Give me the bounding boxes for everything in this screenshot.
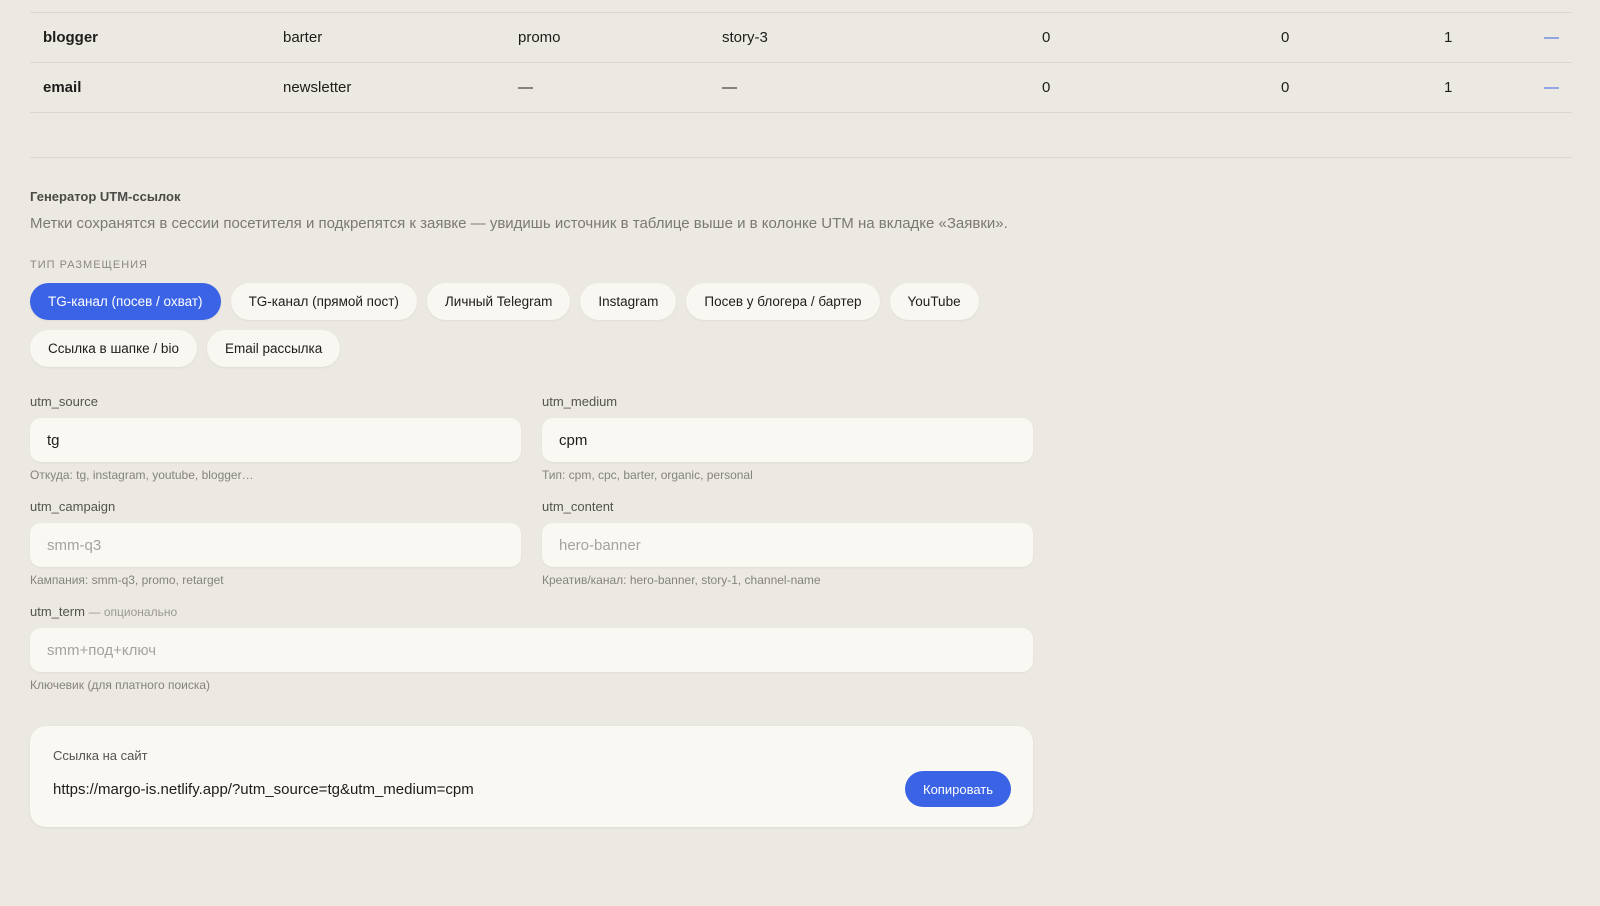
placement-type-label: ТИП РАЗМЕЩЕНИЯ [30,259,148,271]
cell-count-2: 0 [1281,29,1290,46]
utm-source-field: utm_source tg Откуда: tg, instagram, you… [30,394,521,482]
chip-bio-link[interactable]: Ссылка в шапке / bio [30,330,197,367]
generated-link-card: Ссылка на сайт https://margo-is.netlify.… [30,726,1033,827]
utm-source-input[interactable]: tg [30,418,521,462]
chip-tg-channel-direct[interactable]: TG-канал (прямой пост) [230,283,417,320]
cell-content: story-3 [722,29,768,46]
cell-count-2: 0 [1281,79,1290,96]
cell-count-1: 0 [1042,29,1051,46]
utm-content-field: utm_content hero-banner Креатив/канал: h… [542,499,1033,587]
utm-content-label: utm_content [542,499,614,514]
cell-count-3: 1 [1444,29,1453,46]
utm-campaign-field: utm_campaign smm-q3 Кампания: smm-q3, pr… [30,499,521,587]
chip-instagram[interactable]: Instagram [580,283,677,320]
cell-campaign: promo [518,29,561,46]
utm-stats-table: blogger barter promo story-3 0 0 1 — ema… [30,12,1572,113]
utm-term-input[interactable]: smm+под+ключ [30,628,1033,672]
utm-source-label: utm_source [30,394,98,409]
utm-content-input[interactable]: hero-banner [542,523,1033,567]
utm-source-hint: Откуда: tg, instagram, youtube, blogger… [30,468,254,482]
cell-link[interactable]: — [1544,13,1559,63]
table-row: blogger barter promo story-3 0 0 1 — [30,13,1572,63]
cell-source: email [43,79,82,96]
generator-title: Генератор UTM-ссылок [30,189,181,204]
cell-link[interactable]: — [1544,63,1559,113]
utm-page: blogger barter promo story-3 0 0 1 — ema… [0,0,1600,906]
cell-count-3: 1 [1444,79,1453,96]
utm-medium-field: utm_medium cpm Тип: cpm, cpc, barter, or… [542,394,1033,482]
utm-medium-hint: Тип: cpm, cpc, barter, organic, personal [542,468,753,482]
chip-youtube[interactable]: YouTube [889,283,979,320]
chip-blogger-barter[interactable]: Посев у блогера / бартер [686,283,880,320]
cell-medium: barter [283,29,323,46]
generated-link-url[interactable]: https://margo-is.netlify.app/?utm_source… [53,781,474,798]
cell-medium: newsletter [283,79,352,96]
cell-content: — [722,79,737,96]
chip-email-newsletter[interactable]: Email рассылка [206,330,341,367]
utm-medium-input[interactable]: cpm [542,418,1033,462]
utm-campaign-label: utm_campaign [30,499,116,514]
utm-term-hint: Ключевик (для платного поиска) [30,678,211,692]
cell-campaign: — [518,79,533,96]
cell-source: blogger [43,29,98,46]
generator-description: Метки сохранятся в сессии посетителя и п… [30,215,1008,232]
generated-link-title: Ссылка на сайт [53,748,148,763]
copy-link-button[interactable]: Копировать [905,771,1011,807]
utm-content-hint: Креатив/канал: hero-banner, story-1, cha… [542,573,821,587]
table-row: email newsletter — — 0 0 1 — [30,63,1572,113]
placement-type-chips: TG-канал (посев / охват) TG-канал (прямо… [30,283,1040,367]
utm-term-optional-note: — опционально [88,605,178,619]
utm-campaign-input[interactable]: smm-q3 [30,523,521,567]
utm-term-label-text: utm_term [30,604,85,619]
utm-term-field: utm_term — опционально smm+под+ключ Ключ… [30,604,1033,692]
chip-tg-channel-seeding[interactable]: TG-канал (посев / охват) [30,283,221,320]
utm-medium-label: utm_medium [542,394,618,409]
utm-term-label: utm_term — опционально [30,604,1033,621]
cell-count-1: 0 [1042,79,1051,96]
section-divider [30,157,1572,158]
chip-personal-telegram[interactable]: Личный Telegram [426,283,571,320]
utm-campaign-hint: Кампания: smm-q3, promo, retarget [30,573,224,587]
